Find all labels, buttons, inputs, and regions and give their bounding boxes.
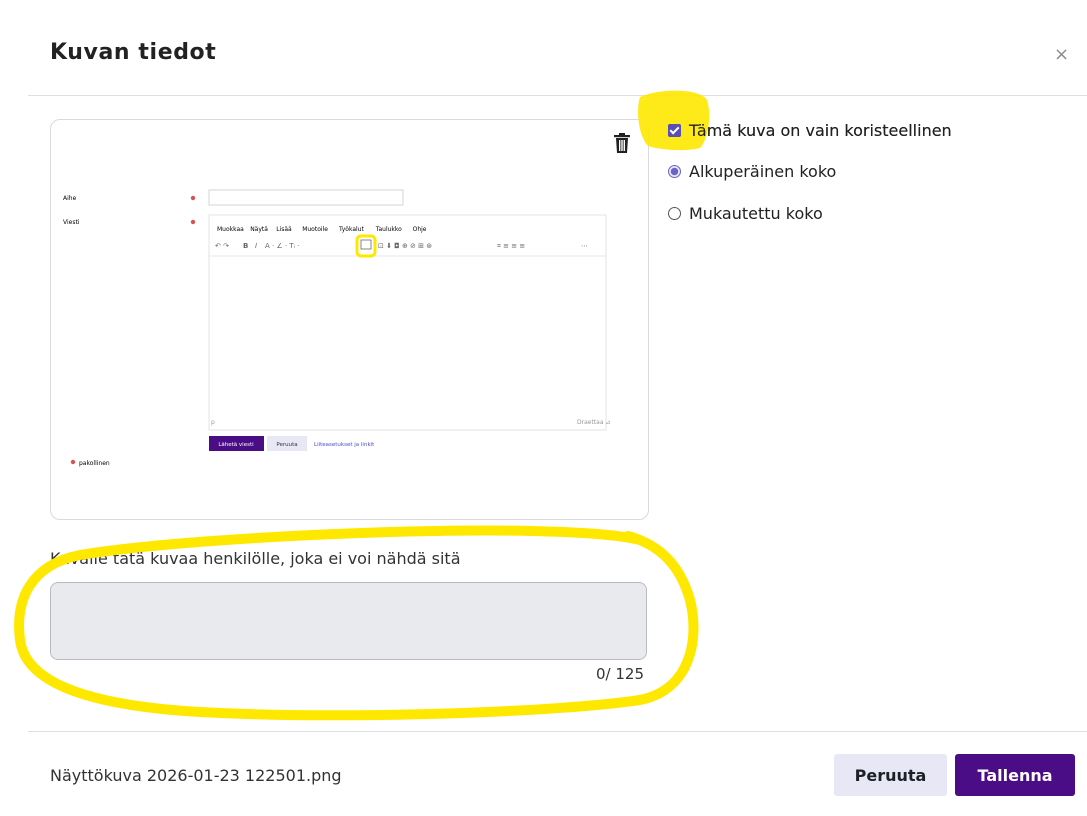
preview-message-label: Viesti — [63, 219, 80, 226]
close-icon[interactable]: × — [1054, 44, 1069, 65]
svg-text:⊡ ⬇ ◘ ⊕ ⊘ ⊞ ⊛: ⊡ ⬇ ◘ ⊕ ⊘ ⊞ ⊛ — [378, 242, 432, 250]
size-custom-label: Mukautettu koko — [689, 204, 823, 223]
size-custom-radio[interactable] — [668, 207, 681, 220]
preview-attachments-link: Liiteasetukset ja linkit — [314, 442, 375, 448]
delete-image-icon[interactable] — [612, 132, 632, 154]
decorative-checkbox-label-overlay: Tämä kuva on vain koristeellinen — [689, 121, 952, 140]
preview-send-button: Lähetä viesti — [218, 442, 254, 448]
image-preview: Aihe Viesti Muokkaa Näytä Lisää Muotoile Työ… — [50, 119, 649, 520]
svg-text:p: p — [211, 419, 215, 426]
svg-text:Draettaa ⊿: Draettaa ⊿ — [577, 419, 610, 426]
file-name: Näyttökuva 2026-01-23 122501.png — [50, 766, 342, 785]
preview-required-note: pakollinen — [79, 460, 110, 467]
decorative-checkbox-row-overlay: Tämä kuva on vain koristeellinen — [668, 121, 952, 140]
description-label: Kuvaile tätä kuvaa henkilölle, joka ei v… — [50, 549, 461, 568]
footer-divider — [28, 731, 1087, 732]
preview-menu-item: Lisää — [276, 226, 292, 233]
size-original-radio[interactable] — [668, 165, 681, 178]
size-original-radio-row[interactable]: Alkuperäinen koko — [668, 162, 836, 181]
character-counter: 0/ 125 — [596, 665, 644, 683]
svg-text:↶ ↷: ↶ ↷ — [215, 242, 229, 250]
preview-subject-label: Aihe — [63, 195, 77, 202]
preview-menu-item: Taulukko — [375, 226, 402, 233]
preview-menu-item: Muokkaa — [217, 226, 244, 233]
dialog-title: Kuvan tiedot — [50, 40, 217, 65]
preview-menu-item: Näytä — [250, 226, 268, 233]
decorative-checkbox-overlay — [668, 124, 681, 137]
svg-text:A · ∠ · Tᵢ ·: A · ∠ · Tᵢ · — [265, 242, 299, 250]
preview-menu-item: Ohje — [413, 226, 427, 233]
preview-menu-item: Työkalut — [338, 226, 364, 233]
description-textarea[interactable] — [50, 582, 647, 660]
preview-cancel-button: Peruuta — [276, 442, 297, 448]
header-divider — [28, 95, 1087, 96]
preview-menu-item: Muotoile — [302, 226, 328, 233]
save-button[interactable]: Tallenna — [955, 754, 1075, 796]
svg-text:I: I — [255, 242, 257, 250]
svg-text:⋯: ⋯ — [581, 242, 588, 250]
size-custom-radio-row[interactable]: Mukautettu koko — [668, 204, 823, 223]
svg-text:B: B — [243, 242, 248, 250]
preview-screenshot: Aihe Viesti Muokkaa Näytä Lisää Muotoile Työ… — [63, 189, 610, 467]
cancel-button[interactable]: Peruuta — [834, 754, 947, 796]
svg-text:⌗ ≡ ≡ ≡: ⌗ ≡ ≡ ≡ — [497, 242, 525, 250]
size-original-label: Alkuperäinen koko — [689, 162, 837, 181]
